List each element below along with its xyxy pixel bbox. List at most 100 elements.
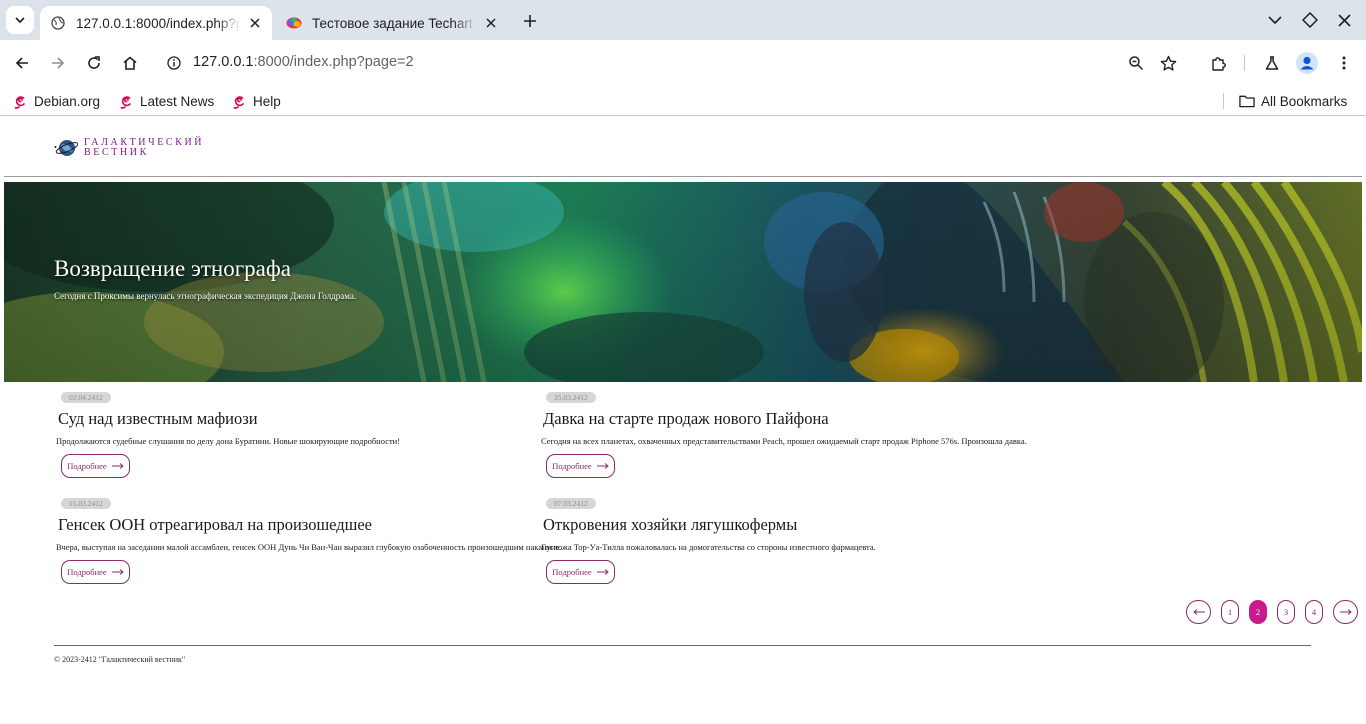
read-more-label: Подробнее bbox=[67, 461, 107, 471]
news-title[interactable]: Откровения хозяйки лягушкофермы bbox=[543, 515, 797, 535]
tab-list-button[interactable] bbox=[1263, 8, 1287, 32]
arrow-left-icon bbox=[15, 57, 28, 69]
zoom-icon bbox=[1129, 56, 1144, 71]
reload-button[interactable] bbox=[80, 49, 108, 77]
news-date-badge: 07.03.2412 bbox=[546, 498, 596, 509]
hero-lead: Сегодня с Проксимы вернулась этнографиче… bbox=[54, 291, 357, 301]
debian-swirl-icon bbox=[118, 93, 134, 109]
news-date-badge: 02.04.2412 bbox=[61, 392, 111, 403]
profile-avatar-icon bbox=[1296, 52, 1318, 74]
star-icon bbox=[1160, 55, 1176, 71]
header-divider bbox=[4, 176, 1362, 177]
read-more-label: Подробнее bbox=[552, 567, 592, 577]
puzzle-icon bbox=[1211, 56, 1226, 71]
read-more-button[interactable]: Подробнее bbox=[61, 560, 130, 584]
bookmarks-bar: Debian.org Latest News Help All Bookmark… bbox=[0, 86, 1366, 116]
bookmark-debian-org[interactable]: Debian.org bbox=[12, 91, 100, 111]
news-title[interactable]: Суд над известным мафиози bbox=[58, 409, 258, 429]
zoom-button[interactable] bbox=[1122, 49, 1150, 77]
bookmark-latest-news[interactable]: Latest News bbox=[118, 91, 214, 111]
diamond-icon bbox=[1302, 12, 1318, 28]
hero-banner[interactable]: Возвращение этнографа Сегодня с Проксимы… bbox=[4, 182, 1362, 382]
browser-menu-button[interactable] bbox=[1330, 49, 1358, 77]
labs-button[interactable] bbox=[1258, 49, 1286, 77]
news-lead: Продолжаются судебные слушания по делу д… bbox=[56, 436, 401, 446]
close-tab-icon[interactable] bbox=[247, 15, 263, 31]
news-title[interactable]: Генсек ООН отреагировал на произошедшее bbox=[58, 515, 372, 535]
arrow-right-icon bbox=[111, 569, 124, 575]
news-date-badge: 15.03.2412 bbox=[61, 498, 111, 509]
pagination-page-4[interactable]: 4 bbox=[1305, 600, 1323, 624]
news-card: 15.03.2412 Генсек ООН отреагировал на пр… bbox=[55, 498, 561, 588]
toolbar-divider bbox=[1244, 55, 1245, 71]
logo-line-2: Вестник bbox=[84, 147, 149, 158]
tab-strip: 127.0.0.1:8000/index.php?page=2 Тестовое… bbox=[0, 0, 1366, 40]
pagination-page-3[interactable]: 3 bbox=[1277, 600, 1295, 624]
new-tab-button[interactable] bbox=[518, 10, 542, 32]
url-text[interactable]: 127.0.0.1:8000/index.php?page=2 bbox=[193, 54, 414, 70]
debian-swirl-icon bbox=[231, 93, 247, 109]
news-card: 25.03.2412 Давка на старте продаж нового… bbox=[540, 392, 1140, 482]
arrow-right-icon bbox=[596, 569, 609, 575]
bookmark-help[interactable]: Help bbox=[231, 91, 281, 111]
news-lead: Вчера, выступая на заседании малой ассам… bbox=[56, 542, 562, 552]
pagination-page-2[interactable]: 2 bbox=[1249, 600, 1267, 624]
chevron-down-icon bbox=[1268, 16, 1282, 25]
diamond-button[interactable] bbox=[1298, 8, 1322, 32]
close-window-button[interactable] bbox=[1332, 8, 1356, 32]
pagination-next-button[interactable] bbox=[1333, 600, 1358, 624]
read-more-label: Подробнее bbox=[67, 567, 107, 577]
tab-title: Тестовое задание Techart bbox=[312, 15, 473, 31]
hero-jungle-illustration bbox=[4, 182, 1362, 382]
bookmarks-divider bbox=[1223, 93, 1224, 109]
globe-icon bbox=[50, 15, 66, 31]
planet-logo-icon bbox=[54, 140, 78, 156]
profile-button[interactable] bbox=[1293, 49, 1321, 77]
arrow-right-icon bbox=[1339, 609, 1352, 615]
tab-active[interactable]: 127.0.0.1:8000/index.php?page=2 bbox=[40, 6, 272, 40]
extensions-button[interactable] bbox=[1204, 49, 1232, 77]
logo-text: Галактический Вестник bbox=[84, 138, 204, 158]
read-more-button[interactable]: Подробнее bbox=[61, 454, 130, 478]
bookmark-label: Help bbox=[253, 93, 281, 109]
more-vertical-icon bbox=[1342, 56, 1346, 70]
all-bookmarks-label: All Bookmarks bbox=[1261, 93, 1348, 109]
all-bookmarks-button[interactable]: All Bookmarks bbox=[1239, 91, 1347, 111]
arrow-right-icon bbox=[52, 57, 65, 69]
address-bar[interactable]: 127.0.0.1:8000/index.php?page=2 bbox=[156, 45, 1196, 81]
read-more-button[interactable]: Подробнее bbox=[546, 560, 615, 584]
plus-icon bbox=[524, 15, 536, 27]
news-card: 02.04.2412 Суд над известным мафиози Про… bbox=[55, 392, 535, 482]
flask-icon bbox=[1265, 56, 1279, 70]
url-path: :8000/index.php?page=2 bbox=[253, 54, 414, 70]
news-card: 07.03.2412 Откровения хозяйки лягушкофер… bbox=[540, 498, 1140, 588]
site-info-icon[interactable] bbox=[164, 53, 184, 73]
hero-title[interactable]: Возвращение этнографа bbox=[54, 256, 291, 282]
back-button[interactable] bbox=[8, 49, 36, 77]
bookmark-label: Debian.org bbox=[34, 93, 101, 109]
site-logo[interactable]: Галактический Вестник bbox=[54, 137, 204, 159]
bookmark-label: Latest News bbox=[140, 93, 215, 109]
news-title[interactable]: Давка на старте продаж нового Пайфона bbox=[543, 409, 829, 429]
tab-inactive[interactable]: Тестовое задание Techart bbox=[276, 6, 508, 40]
pagination-page-1[interactable]: 1 bbox=[1221, 600, 1239, 624]
home-button[interactable] bbox=[116, 49, 144, 77]
reload-icon bbox=[88, 56, 100, 69]
bookmark-star-button[interactable] bbox=[1154, 49, 1182, 77]
url-host: 127.0.0.1 bbox=[193, 54, 254, 70]
close-tab-icon[interactable] bbox=[483, 15, 499, 31]
tab-title: 127.0.0.1:8000/index.php?page=2 bbox=[76, 15, 241, 31]
arrow-left-icon bbox=[1192, 609, 1205, 615]
debian-swirl-icon bbox=[12, 93, 28, 109]
forward-button[interactable] bbox=[44, 49, 72, 77]
news-date-badge: 25.03.2412 bbox=[546, 392, 596, 403]
read-more-button[interactable]: Подробнее bbox=[546, 454, 615, 478]
colorful-site-icon bbox=[286, 15, 302, 31]
tab-search-button[interactable] bbox=[6, 6, 34, 34]
news-lead: Сегодня на всех планетах, охваченных пре… bbox=[541, 436, 1027, 446]
footer-divider bbox=[54, 645, 1311, 646]
footer-copyright: © 2023-2412 "Галактический вестник" bbox=[54, 655, 186, 664]
pagination-prev-button[interactable] bbox=[1186, 600, 1211, 624]
home-icon bbox=[123, 56, 137, 70]
browser-toolbar: 127.0.0.1:8000/index.php?page=2 bbox=[0, 40, 1366, 86]
